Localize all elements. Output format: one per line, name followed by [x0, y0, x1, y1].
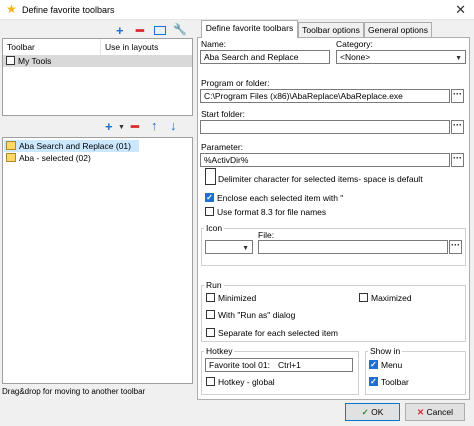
category-value: <None> [340, 52, 371, 62]
separate-checkbox[interactable] [206, 328, 215, 337]
add-item-icon[interactable]: + [105, 120, 113, 133]
run-group-title: Run [204, 280, 224, 290]
chevron-down-icon[interactable]: ▼ [118, 124, 125, 131]
show-in-group-title: Show in [368, 346, 403, 356]
enclose-label: Enclose each selected item with " [217, 193, 344, 203]
column-header-toolbar[interactable]: Toolbar [3, 39, 101, 55]
browse-program-button[interactable]: ··· [451, 89, 464, 103]
app-icon [6, 153, 16, 162]
list-item-label: Aba Search and Replace (01) [19, 141, 131, 151]
tab-toolbar-options[interactable]: Toolbar options [298, 22, 364, 38]
remove-item-icon[interactable]: ━ [131, 120, 139, 133]
file-label: File: [258, 230, 275, 240]
status-text: Drag&drop for moving to another toolbar [2, 387, 146, 396]
menu-checkbox[interactable]: ✓ [369, 360, 378, 369]
remove-toolbar-icon[interactable]: ━ [136, 24, 144, 37]
parameter-label: Parameter: [201, 142, 244, 152]
browse-parameter-button[interactable]: ··· [451, 153, 464, 167]
cancel-button[interactable]: ✕ Cancel [405, 403, 465, 421]
tab-define-favorite-toolbars[interactable]: Define favorite toolbars [201, 20, 298, 38]
toolbar-name: My Tools [18, 56, 52, 66]
toolbar-checkbox[interactable]: ✓ [369, 377, 378, 386]
app-icon [6, 141, 16, 150]
maximized-label: Maximized [371, 293, 412, 303]
minimized-checkbox[interactable] [206, 293, 215, 302]
name-label: Name: [201, 39, 227, 49]
cancel-label: Cancel [426, 407, 453, 417]
add-toolbar-icon[interactable]: + [116, 24, 124, 37]
move-up-icon[interactable]: ↑ [151, 119, 158, 132]
x-icon: ✕ [417, 407, 425, 417]
parameter-field[interactable]: %ActivDir% [200, 153, 450, 167]
toolbar-label: Toolbar [381, 377, 409, 387]
delimiter-field[interactable] [205, 168, 216, 185]
category-select[interactable]: <None> ▼ [336, 50, 466, 64]
hotkey-value: Ctrl+1 [278, 360, 301, 370]
move-down-icon[interactable]: ↓ [170, 119, 177, 132]
list-item-label: Aba - selected (02) [19, 153, 91, 163]
tab-general-options[interactable]: General options [364, 22, 432, 38]
ok-button[interactable]: ✓ OK [345, 403, 400, 421]
enclose-checkbox[interactable]: ✓ [205, 193, 214, 202]
chevron-down-icon: ▼ [242, 245, 249, 252]
minimized-label: Minimized [218, 293, 257, 303]
hotkey-name: Favorite tool 01: [209, 360, 270, 370]
run-as-label: With "Run as" dialog [218, 310, 296, 320]
category-label: Category: [336, 39, 373, 49]
window-title: Define favorite toolbars [22, 5, 115, 15]
format83-checkbox[interactable] [205, 207, 214, 216]
program-label: Program or folder: [201, 78, 270, 88]
icon-group-title: Icon [204, 223, 225, 233]
toolbar-row[interactable]: My Tools [3, 55, 192, 67]
browse-icon-file-button[interactable]: ··· [449, 240, 462, 254]
maximized-checkbox[interactable] [359, 293, 368, 302]
list-item[interactable]: Aba Search and Replace (01) [4, 140, 139, 152]
start-folder-field[interactable] [200, 120, 450, 134]
name-field[interactable]: Aba Search and Replace [200, 50, 330, 64]
column-header-use-in-layouts[interactable]: Use in layouts [101, 39, 191, 55]
toolbar-list: Toolbar Use in layouts My Tools [2, 38, 193, 116]
browse-start-folder-button[interactable]: ··· [451, 120, 464, 134]
title-bar: ★ Define favorite toolbars ✕ [0, 0, 474, 20]
program-field[interactable]: C:\Program Files (x86)\AbaReplace\AbaRep… [200, 89, 450, 103]
menu-label: Menu [381, 360, 403, 370]
checkmark-icon: ✓ [361, 407, 369, 417]
item-list: Aba Search and Replace (01) Aba - select… [2, 137, 193, 384]
delimiter-label: Delimiter character for selected items- … [218, 174, 423, 184]
star-icon: ★ [6, 2, 17, 16]
format83-label: Use format 8.3 for file names [217, 207, 327, 217]
show-in-group [365, 351, 466, 395]
hotkey-field[interactable]: Favorite tool 01: Ctrl+1 [205, 358, 353, 372]
close-icon[interactable]: ✕ [455, 2, 466, 18]
hotkey-group-title: Hotkey [204, 346, 235, 356]
chevron-down-icon: ▼ [455, 55, 462, 62]
icon-file-field[interactable] [258, 240, 448, 254]
list-item[interactable]: Aba - selected (02) [4, 152, 139, 164]
rename-toolbar-icon[interactable] [154, 26, 166, 35]
toolbar-checkbox[interactable] [6, 56, 15, 65]
hotkey-global-checkbox[interactable] [206, 377, 215, 386]
start-folder-label: Start folder: [201, 109, 245, 119]
icon-select[interactable]: ▼ [205, 240, 253, 254]
hotkey-global-label: Hotkey - global [218, 377, 275, 387]
ok-label: OK [371, 407, 384, 417]
wrench-icon[interactable]: 🔧 [173, 23, 187, 36]
separate-label: Separate for each selected item [218, 328, 339, 338]
run-as-checkbox[interactable] [206, 310, 215, 319]
